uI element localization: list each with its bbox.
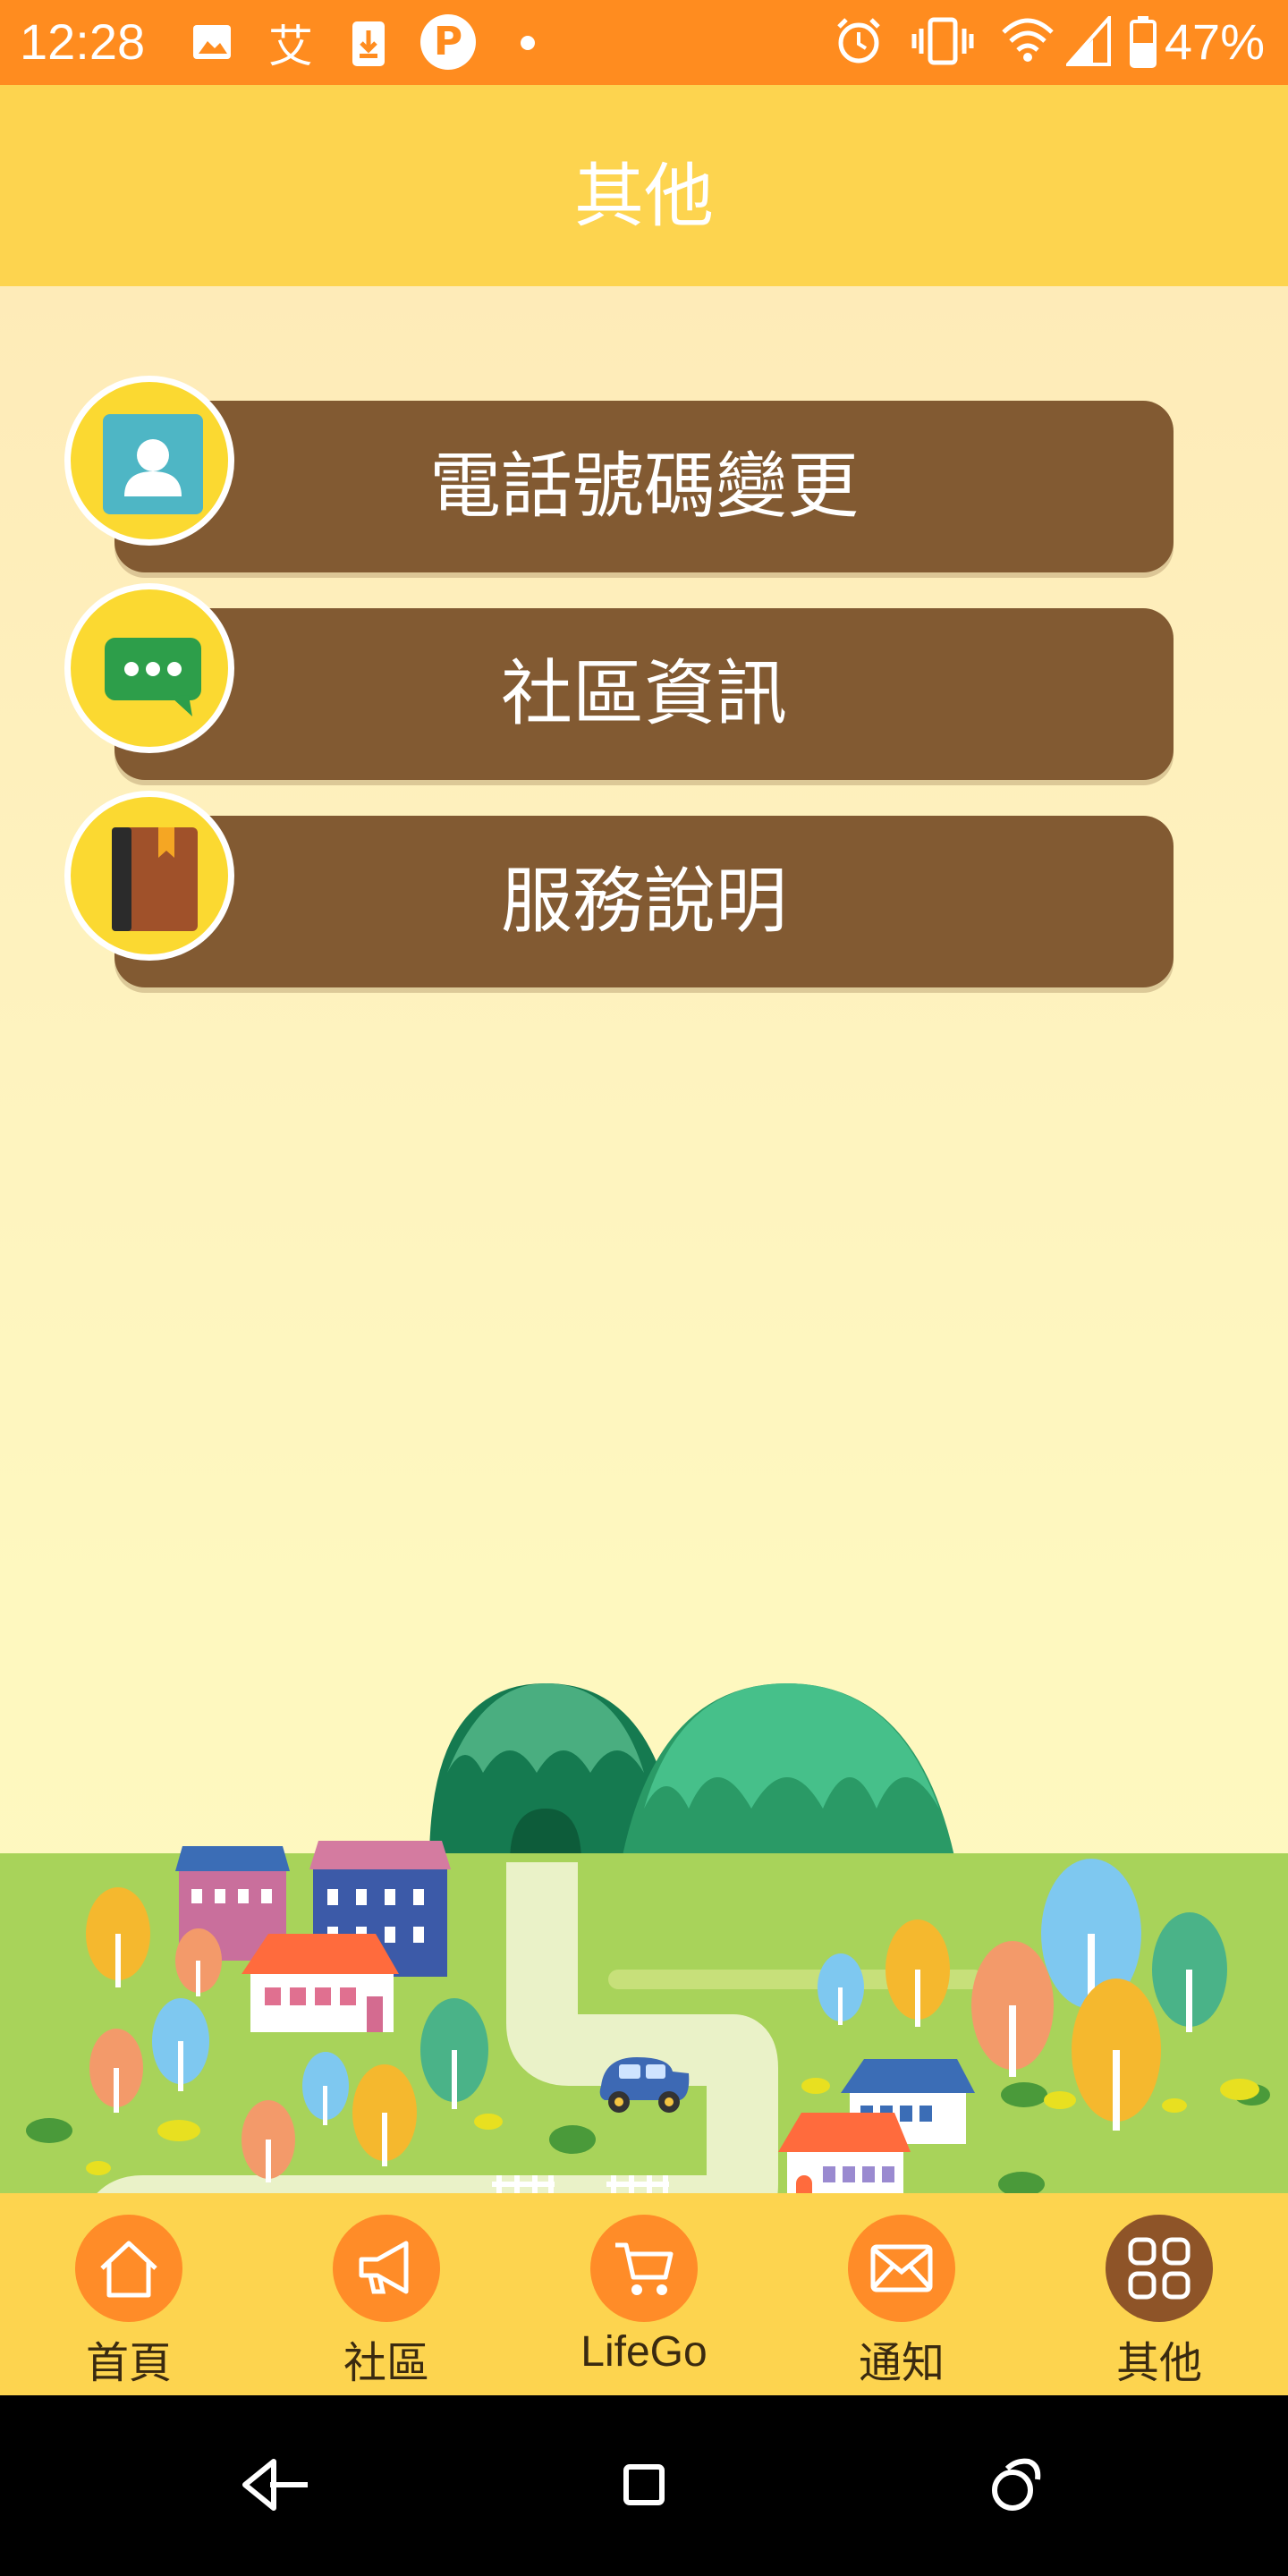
nav-other[interactable]: 其他 — [1070, 2209, 1249, 2388]
cart-icon — [615, 2242, 674, 2295]
image-icon — [193, 25, 231, 59]
p-app-icon: P — [420, 14, 476, 70]
status-bar: 12:28 艾 P 47% — [0, 0, 1288, 85]
download-icon — [352, 21, 385, 66]
dot-icon — [521, 36, 535, 50]
menu-item-community-info[interactable]: 社區資訊 — [64, 583, 1174, 784]
contact-card-icon — [103, 414, 203, 514]
battery-percent: 47% — [1164, 13, 1265, 70]
vibrate-icon — [911, 17, 974, 65]
system-nav-bar — [0, 2395, 1288, 2576]
recents-icon[interactable] — [980, 2449, 1052, 2521]
nav-community[interactable]: 社區 — [297, 2209, 476, 2388]
chat-bubble-icon — [105, 638, 201, 716]
home-icon — [100, 2241, 157, 2298]
nav-home[interactable]: 首頁 — [39, 2209, 218, 2388]
alarm-icon — [837, 18, 880, 64]
village-illustration — [0, 1683, 1288, 2193]
nav-label: 其他 — [1115, 2340, 1202, 2387]
nav-notifications[interactable]: 通知 — [812, 2209, 991, 2388]
menu-item-service-guide[interactable]: 服務說明 — [64, 791, 1174, 991]
signal-icon — [1066, 16, 1111, 66]
menu-icon-circle — [64, 791, 234, 961]
book-icon — [112, 827, 198, 931]
nav-label: 首頁 — [85, 2340, 172, 2387]
mail-icon — [870, 2244, 933, 2292]
page-header: 其他 — [0, 85, 1288, 286]
back-icon[interactable] — [234, 2449, 315, 2521]
content-area: 電話號碼變更 社區資訊 服務說明 — [0, 286, 1288, 2193]
nav-label: LifeGo — [580, 2328, 708, 2376]
menu-item-phone-change[interactable]: 電話號碼變更 — [64, 376, 1174, 576]
nav-label: 社區 — [343, 2340, 429, 2387]
menu-label: 服務說明 — [501, 860, 787, 943]
text-icon: 艾 — [268, 21, 313, 72]
grid-icon — [1128, 2237, 1191, 2300]
home-square-icon[interactable] — [617, 2449, 671, 2521]
menu-icon-circle — [64, 583, 234, 753]
battery-icon — [1130, 16, 1157, 68]
menu-label: 社區資訊 — [501, 652, 787, 735]
nav-lifego[interactable]: LifeGo — [555, 2209, 733, 2388]
bottom-nav: 首頁 社區 LifeGo 通知 其他 — [0, 2193, 1288, 2395]
page-title: 其他 — [573, 157, 714, 237]
menu-icon-circle — [64, 376, 234, 546]
nav-label: 通知 — [858, 2340, 945, 2387]
status-time: 12:28 — [20, 13, 146, 70]
menu-label: 電話號碼變更 — [429, 445, 859, 528]
megaphone-icon — [359, 2241, 409, 2294]
wifi-icon — [1002, 18, 1054, 62]
